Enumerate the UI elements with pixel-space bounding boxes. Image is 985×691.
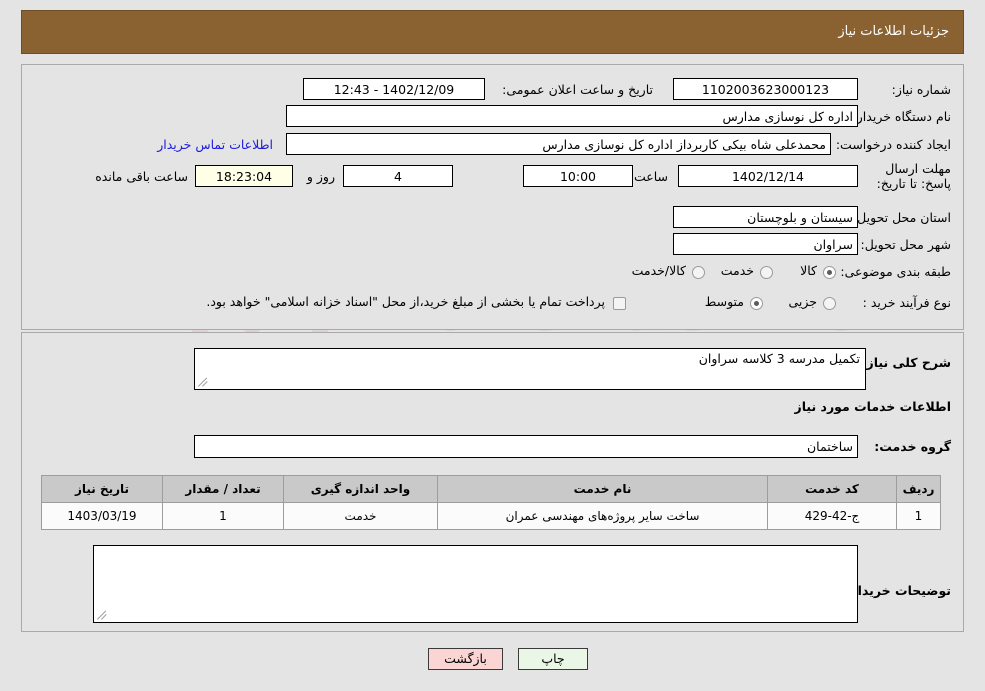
buyer-contact-link[interactable]: اطلاعات تماس خریدار xyxy=(157,137,273,152)
buyer-notes-textarea[interactable] xyxy=(93,545,858,623)
category-option-2-label: کالا/خدمت xyxy=(631,263,686,278)
buyer-org-label: نام دستگاه خریدار: xyxy=(852,109,951,124)
resize-grip-icon[interactable] xyxy=(198,377,208,387)
services-table: ردیف کد خدمت نام خدمت واحد اندازه گیری ت… xyxy=(41,475,941,530)
service-group-label: گروه خدمت: xyxy=(874,439,951,454)
col-header-unit: واحد اندازه گیری xyxy=(283,475,438,503)
col-header-code: کد خدمت xyxy=(767,475,897,503)
days-remaining-label: روز و xyxy=(306,169,335,184)
public-announce-field[interactable]: 1402/12/09 - 12:43 xyxy=(303,78,485,100)
category-option-0-label: کالا xyxy=(800,263,817,278)
deadline-date-field[interactable]: 1402/12/14 xyxy=(678,165,858,187)
process-radio-1[interactable] xyxy=(750,297,763,310)
deadline-label: مهلت ارسال پاسخ: تا تاریخ: xyxy=(876,161,951,191)
page-header: جزئیات اطلاعات نیاز xyxy=(21,10,964,54)
category-option-1-label: خدمت xyxy=(720,263,754,278)
table-header-row: ردیف کد خدمت نام خدمت واحد اندازه گیری ت… xyxy=(41,475,941,503)
print-button[interactable]: چاپ xyxy=(518,648,588,670)
general-desc-textarea[interactable]: تکمیل مدرسه 3 کلاسه سراوان xyxy=(194,348,866,390)
category-label: طبقه بندی موضوعی: xyxy=(840,264,951,279)
need-info-panel: شماره نیاز: 1102003623000123 تاریخ و ساع… xyxy=(21,64,964,330)
treasury-note-label: پرداخت تمام یا بخشی از مبلغ خرید،از محل … xyxy=(206,294,605,309)
services-section-title: اطلاعات خدمات مورد نیاز xyxy=(794,399,952,414)
city-label: شهر محل تحویل: xyxy=(860,237,951,252)
category-radio-2[interactable] xyxy=(692,266,705,279)
resize-grip-icon[interactable] xyxy=(97,610,107,620)
service-group-field[interactable]: ساختمان xyxy=(194,435,858,458)
province-label: استان محل تحویل: xyxy=(852,210,951,225)
province-field[interactable]: سیستان و بلوچستان xyxy=(673,206,858,228)
treasury-checkbox[interactable] xyxy=(613,297,626,310)
process-option-0-label: جزیی xyxy=(788,294,817,309)
deadline-hour-label: ساعت xyxy=(633,169,668,184)
days-remaining-field[interactable]: 4 xyxy=(343,165,453,187)
general-desc-value: تکمیل مدرسه 3 کلاسه سراوان xyxy=(698,351,860,366)
cell-date: 1403/03/19 xyxy=(41,502,163,530)
back-button[interactable]: بازگشت xyxy=(428,648,503,670)
cell-qty: 1 xyxy=(162,502,284,530)
general-desc-label: شرح کلی نیاز: xyxy=(861,355,951,370)
col-header-row: ردیف xyxy=(896,475,941,503)
process-radio-0[interactable] xyxy=(823,297,836,310)
countdown-field: 18:23:04 xyxy=(195,165,293,187)
cell-unit: خدمت xyxy=(283,502,438,530)
creator-label: ایجاد کننده درخواست: xyxy=(835,137,951,152)
col-header-name: نام خدمت xyxy=(437,475,768,503)
city-field[interactable]: سراوان xyxy=(673,233,858,255)
need-detail-panel: شرح کلی نیاز: تکمیل مدرسه 3 کلاسه سراوان… xyxy=(21,332,964,632)
process-label: نوع فرآیند خرید : xyxy=(862,295,951,310)
need-number-field[interactable]: 1102003623000123 xyxy=(673,78,858,100)
buyer-notes-label: توضیحات خریدار: xyxy=(845,583,951,598)
table-row[interactable]: 1 ج-42-429 ساخت سایر پروژه‌های مهندسی عم… xyxy=(41,502,941,530)
deadline-time-field[interactable]: 10:00 xyxy=(523,165,633,187)
col-header-qty: تعداد / مقدار xyxy=(162,475,284,503)
category-radio-0[interactable] xyxy=(823,266,836,279)
buyer-org-field[interactable]: اداره کل نوسازی مدارس xyxy=(286,105,858,127)
creator-field[interactable]: محمدعلی شاه بیکی کاربرداز اداره کل نوساز… xyxy=(286,133,831,155)
countdown-label: ساعت باقی مانده xyxy=(95,169,188,184)
public-announce-label: تاریخ و ساعت اعلان عمومی: xyxy=(502,82,653,97)
category-radio-1[interactable] xyxy=(760,266,773,279)
cell-name: ساخت سایر پروژه‌های مهندسی عمران xyxy=(437,502,768,530)
process-option-1-label: متوسط xyxy=(704,294,744,309)
cell-code: ج-42-429 xyxy=(767,502,897,530)
cell-row: 1 xyxy=(896,502,941,530)
page-title: جزئیات اطلاعات نیاز xyxy=(838,24,949,39)
need-number-label: شماره نیاز: xyxy=(891,82,951,97)
col-header-date: تاریخ نیاز xyxy=(41,475,163,503)
